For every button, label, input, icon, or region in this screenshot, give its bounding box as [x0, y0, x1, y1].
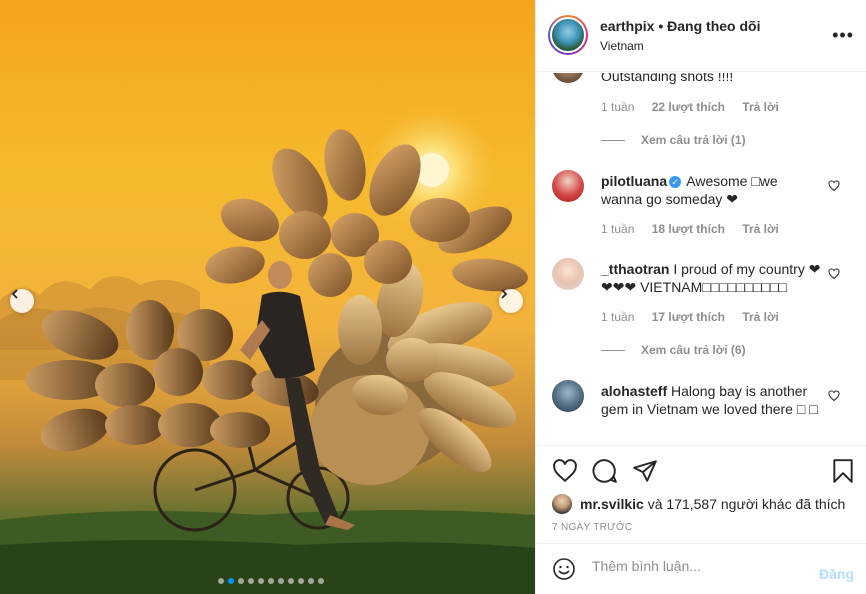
carousel-dot — [288, 578, 294, 584]
carousel-dot — [308, 578, 314, 584]
like-comment-heart-icon[interactable] — [828, 390, 840, 402]
comment-text: _tthaotran I proud of my country ❤❤❤❤ VI… — [601, 260, 821, 296]
carousel-prev-button[interactable] — [10, 289, 34, 313]
comment-likes[interactable]: 17 lượt thích — [652, 310, 725, 324]
carousel-dot — [238, 578, 244, 584]
carousel-dot — [258, 578, 264, 584]
comment-username[interactable]: _tthaotran — [601, 261, 669, 277]
comment-text: Outstanding shots !!!! — [601, 73, 821, 85]
carousel-indicator — [218, 578, 324, 584]
like-heart-icon[interactable] — [552, 458, 578, 484]
post-header: earthpix • Đang theo dõi Vietnam ••• — [536, 0, 866, 72]
author-avatar[interactable] — [548, 15, 588, 55]
post-sidebar: earthpix • Đang theo dõi Vietnam ••• Out… — [535, 0, 866, 594]
comment-meta: 1 tuần 17 lượt thích Trả lời — [601, 310, 793, 324]
view-replies-button[interactable]: Xem câu trả lời (1) — [601, 133, 746, 147]
liker-username[interactable]: mr.svilkic — [580, 496, 644, 512]
view-replies-label: Xem câu trả lời (1) — [641, 133, 746, 147]
comment-avatar[interactable] — [552, 380, 584, 412]
carousel-dot — [248, 578, 254, 584]
carousel-dot — [228, 578, 234, 584]
bookmark-icon[interactable] — [830, 458, 856, 484]
likes-count-text[interactable]: và 171,587 người khác đã thích — [644, 496, 846, 512]
separator: • — [658, 18, 664, 34]
carousel-next-button[interactable] — [499, 289, 523, 313]
comment-avatar[interactable] — [552, 170, 584, 202]
comment-input[interactable] — [592, 558, 802, 574]
carousel-dot — [318, 578, 324, 584]
post-comment-button[interactable]: Đăng — [819, 566, 854, 582]
reply-button[interactable]: Trả lời — [742, 222, 779, 236]
carousel-dot — [298, 578, 304, 584]
comment-body: Outstanding shots !!!! — [601, 73, 734, 84]
view-replies-label: Xem câu trả lời (6) — [641, 343, 746, 357]
liked-by: mr.svilkic và 171,587 người khác đã thíc… — [552, 494, 845, 514]
chevron-right-icon — [501, 289, 508, 299]
divider — [601, 349, 625, 351]
reply-button[interactable]: Trả lời — [742, 100, 779, 114]
comment-meta: 1 tuần 18 lượt thích Trả lời — [601, 222, 793, 236]
comment-avatar[interactable] — [552, 73, 584, 83]
reply-button[interactable]: Trả lời — [742, 310, 779, 324]
photo-illustration — [0, 100, 535, 594]
like-comment-heart-icon[interactable] — [828, 180, 840, 192]
post-timestamp[interactable]: 7 NGÀY TRƯỚC — [552, 522, 632, 533]
follow-status-button[interactable]: Đang theo dõi — [667, 18, 760, 34]
liker-avatar[interactable] — [552, 494, 572, 514]
comment-likes[interactable]: 18 lượt thích — [652, 222, 725, 236]
like-comment-heart-icon[interactable] — [828, 268, 840, 280]
post-location[interactable]: Vietnam — [600, 39, 644, 53]
author-line: earthpix • Đang theo dõi — [600, 18, 760, 34]
more-options-icon[interactable]: ••• — [832, 25, 854, 46]
comment-time[interactable]: 1 tuần — [601, 310, 634, 324]
comment-username[interactable]: pilotluana — [601, 173, 667, 189]
emoji-smiley-icon[interactable] — [552, 557, 576, 581]
post-actions: mr.svilkic và 171,587 người khác đã thíc… — [536, 445, 866, 533]
view-replies-button[interactable]: Xem câu trả lời (6) — [601, 343, 746, 357]
comment-bubble-icon[interactable] — [592, 458, 618, 484]
carousel-dot — [268, 578, 274, 584]
divider — [601, 139, 625, 141]
comment-text: pilotluana ✓ Awesome □we wanna go someday… — [601, 172, 821, 208]
post-photo — [0, 0, 535, 594]
chevron-left-icon — [11, 289, 18, 299]
comment-meta: 1 tuần 22 lượt thích Trả lời — [601, 100, 793, 114]
carousel-dot — [218, 578, 224, 584]
comment-username[interactable]: alohasteff — [601, 383, 667, 399]
verified-badge-icon: ✓ — [669, 176, 682, 188]
comment-time[interactable]: 1 tuần — [601, 100, 634, 114]
comment-text: alohasteff Halong bay is another gem in … — [601, 382, 821, 418]
comment-time[interactable]: 1 tuần — [601, 222, 634, 236]
add-comment-bar: Đăng — [536, 543, 866, 594]
share-send-icon[interactable] — [632, 458, 658, 484]
comments-list: Outstanding shots !!!! 1 tuần 22 lượt th… — [536, 73, 866, 445]
author-username[interactable]: earthpix — [600, 18, 654, 34]
comment-avatar[interactable] — [552, 258, 584, 290]
carousel-dot — [278, 578, 284, 584]
comment-likes[interactable]: 22 lượt thích — [652, 100, 725, 114]
